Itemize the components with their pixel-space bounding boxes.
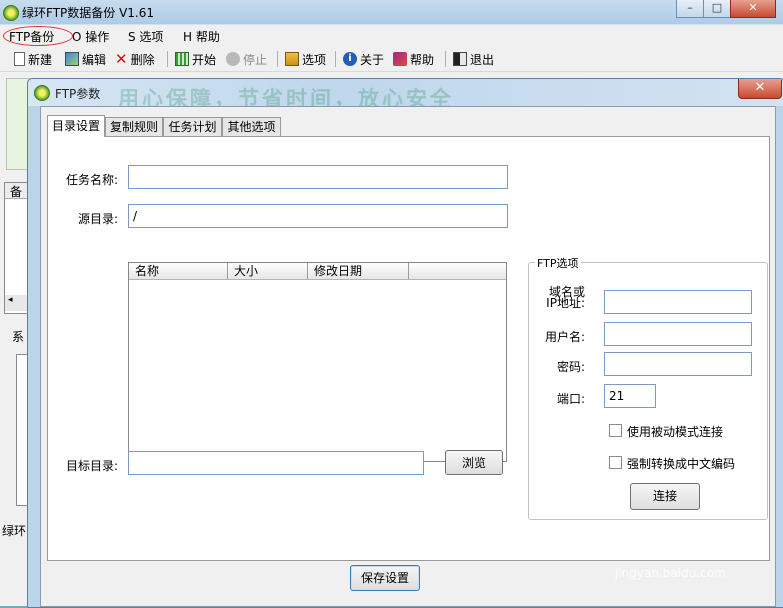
passive-mode-label[interactable]: 使用被动模式连接 xyxy=(627,423,723,440)
edit-button[interactable]: 编辑 xyxy=(65,50,106,68)
passive-mode-checkbox[interactable] xyxy=(609,424,622,437)
edit-image-icon xyxy=(65,52,79,66)
column-modified-date[interactable]: 修改日期 xyxy=(308,263,409,279)
baidu-watermark: Bai 经验 xyxy=(598,525,714,558)
tab-task-schedule[interactable]: 任务计划 xyxy=(163,117,222,136)
toolbar-separator xyxy=(445,51,446,67)
column-size[interactable]: 大小 xyxy=(228,263,308,279)
maximize-button[interactable]: □ xyxy=(703,0,731,18)
delete-x-icon: ✕ xyxy=(115,50,128,68)
tab-copy-rules[interactable]: 复制规则 xyxy=(105,117,163,136)
dialog-titlebar[interactable]: 用心保障，节省时间，放心安全 FTP参数 ✕ xyxy=(28,79,783,106)
dialog-logo-icon xyxy=(34,85,50,101)
directory-settings-panel: 任务名称: 源目录: 名称 大小 修改日期 目标目录: 浏览 FTP选项 域名或… xyxy=(47,136,770,561)
help-button[interactable]: 帮助 xyxy=(393,50,434,68)
dialog-title: FTP参数 xyxy=(55,87,101,101)
force-chinese-checkbox[interactable] xyxy=(609,456,622,469)
target-dir-input[interactable] xyxy=(128,451,424,475)
options-button[interactable]: 选项 xyxy=(285,50,326,68)
port-input[interactable] xyxy=(604,384,656,408)
username-label: 用户名: xyxy=(544,330,585,344)
save-settings-button[interactable]: 保存设置 xyxy=(350,565,420,591)
connect-button[interactable]: 连接 xyxy=(630,483,700,510)
main-window-title: 绿环FTP数据备份 V1.61 xyxy=(22,6,155,20)
port-label: 端口: xyxy=(556,392,585,406)
browse-button[interactable]: 浏览 xyxy=(445,450,503,475)
minimize-button[interactable]: – xyxy=(676,0,704,18)
ftp-options-title: FTP选项 xyxy=(535,255,581,271)
tab-directory-settings[interactable]: 目录设置 xyxy=(47,115,105,137)
menu-operations[interactable]: O 操作 xyxy=(72,28,109,45)
source-dir-label: 源目录: xyxy=(77,212,118,226)
stop-button[interactable]: 停止 xyxy=(226,50,267,68)
help-book-icon xyxy=(393,52,407,66)
scroll-left-icon[interactable]: ◂ xyxy=(5,295,29,311)
baidu-watermark-url: jingyan.baidu.com xyxy=(615,566,726,580)
main-close-button[interactable]: ✕ xyxy=(730,0,776,18)
password-label: 密码: xyxy=(556,360,585,374)
start-icon xyxy=(175,52,189,66)
highlight-circle xyxy=(3,26,73,46)
target-dir-label: 目标目录: xyxy=(65,459,118,473)
app-logo-icon xyxy=(3,5,19,21)
password-input[interactable] xyxy=(604,352,752,376)
new-file-icon xyxy=(14,52,25,66)
toolbar-separator xyxy=(335,51,336,67)
list-header-fragment: 备 xyxy=(5,183,29,199)
dialog-close-button[interactable]: ✕ xyxy=(738,79,782,99)
options-icon xyxy=(285,52,299,66)
stop-icon xyxy=(226,52,240,66)
dialog-banner: 用心保障，节省时间，放心安全 xyxy=(118,87,454,106)
file-list-header: 名称 大小 修改日期 xyxy=(129,263,506,280)
tab-fragment: 系 xyxy=(12,330,25,344)
new-button[interactable]: 新建 xyxy=(14,50,52,68)
status-bar-fragment: 绿环 xyxy=(2,524,27,538)
tab-other-options[interactable]: 其他选项 xyxy=(222,117,281,136)
column-name[interactable]: 名称 xyxy=(129,263,228,279)
delete-button[interactable]: ✕ 删除 xyxy=(115,50,155,68)
toolbar-separator xyxy=(167,51,168,67)
menu-options[interactable]: S 选项 xyxy=(128,28,163,45)
main-titlebar[interactable]: 绿环FTP数据备份 V1.61 – □ ✕ xyxy=(0,0,783,24)
host-label: 域名或 IP地址: xyxy=(546,285,585,310)
ftp-options-group: FTP选项 域名或 IP地址: 用户名: 密码: 端口: 使用被动模式连接 强制… xyxy=(528,255,768,520)
menubar: FTP备份 O 操作 S 选项 H 帮助 xyxy=(0,25,783,46)
toolbar-separator xyxy=(277,51,278,67)
exit-door-icon xyxy=(453,52,467,66)
start-button[interactable]: 开始 xyxy=(175,50,216,68)
file-list[interactable]: 名称 大小 修改日期 xyxy=(128,262,507,462)
about-button[interactable]: i 关于 xyxy=(343,50,384,68)
menu-help[interactable]: H 帮助 xyxy=(183,28,220,45)
exit-button[interactable]: 退出 xyxy=(453,50,494,68)
task-name-label: 任务名称: xyxy=(65,173,118,187)
host-input[interactable] xyxy=(604,290,752,314)
info-icon: i xyxy=(343,52,357,66)
username-input[interactable] xyxy=(604,322,752,346)
source-dir-input[interactable] xyxy=(128,204,508,228)
toolbar: 新建 编辑 ✕ 删除 开始 停止 选项 i 关于 帮助 退出 xyxy=(0,47,783,72)
force-chinese-label[interactable]: 强制转换成中文编码 xyxy=(627,455,735,472)
task-name-input[interactable] xyxy=(128,165,508,189)
